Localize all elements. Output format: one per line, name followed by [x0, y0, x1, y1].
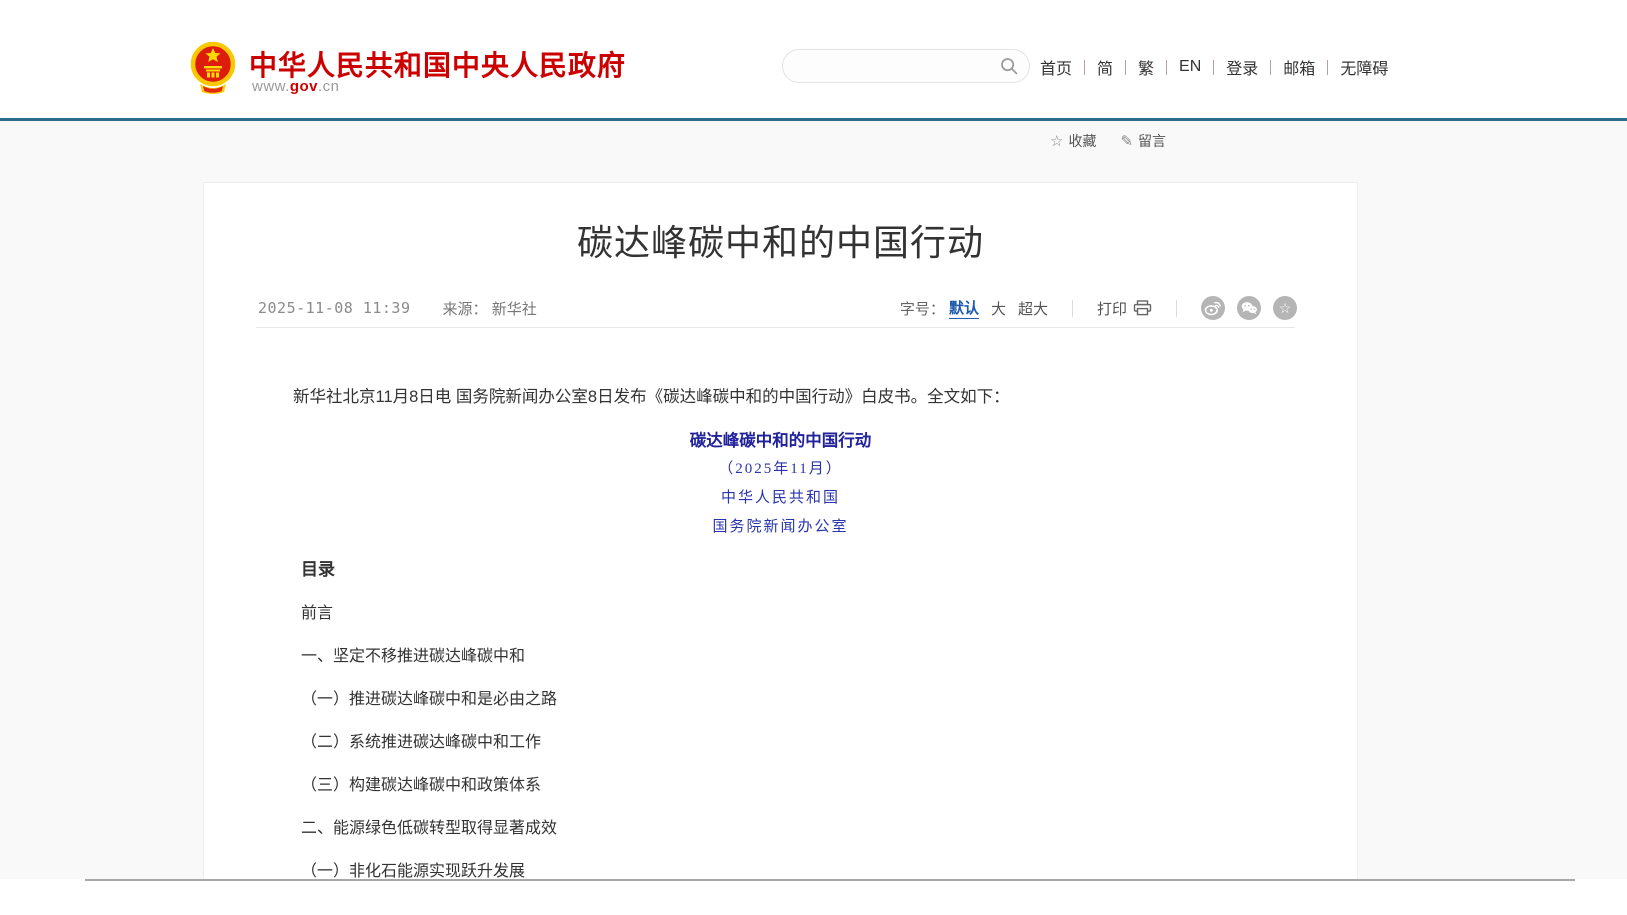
nav-login[interactable]: 登录	[1226, 55, 1258, 79]
nav-separator	[1327, 60, 1328, 75]
search-box	[782, 49, 1030, 83]
document-date: （2025年11月）	[204, 459, 1357, 479]
toc-item: （一）推进碳达峰碳中和是必由之路	[301, 689, 1303, 711]
article-tools: ☆ 收藏 ✎ 留言	[1050, 131, 1166, 151]
meta-divider	[256, 327, 1295, 328]
site-url: www.gov.cn	[252, 78, 340, 95]
share-icons: ☆	[1201, 296, 1297, 320]
site-header: 中华人民共和国中央人民政府 www.gov.cn 首页 简 繁 EN 登录 邮箱…	[0, 0, 1627, 118]
source-label: 来源：	[443, 301, 488, 318]
print-button[interactable]: 打印	[1097, 298, 1152, 319]
document-title: 碳达峰碳中和的中国行动	[204, 430, 1357, 452]
favorite-button[interactable]: ☆ 收藏	[1050, 131, 1096, 151]
page: 中华人民共和国中央人民政府 www.gov.cn 首页 简 繁 EN 登录 邮箱…	[0, 0, 1627, 915]
nav-separator	[1213, 60, 1214, 75]
meta-right: 字号： 默认 大 超大 打印	[900, 296, 1297, 320]
font-size-default-button[interactable]: 默认	[949, 297, 979, 319]
nav-separator	[1166, 60, 1167, 75]
document-org-line1: 中华人民共和国	[204, 488, 1357, 508]
toc-item: 一、坚定不移推进碳达峰碳中和	[301, 646, 1303, 668]
source: 来源： 新华社	[443, 298, 537, 319]
viewport-bottom-edge	[85, 879, 1575, 881]
site-url-cn: .cn	[318, 78, 340, 95]
share-weibo-button[interactable]	[1201, 296, 1225, 320]
header-divider	[0, 118, 1627, 121]
nav-simplified[interactable]: 简	[1097, 55, 1113, 79]
toc-item: 前言	[301, 603, 1303, 625]
lead-paragraph: 新华社北京11月8日电 国务院新闻办公室8日发布《碳达峰碳中和的中国行动》白皮书…	[260, 384, 1303, 410]
message-label: 留言	[1138, 131, 1166, 151]
nav-mail[interactable]: 邮箱	[1283, 55, 1315, 79]
top-nav: 首页 简 繁 EN 登录 邮箱 无障碍	[1040, 55, 1388, 79]
font-size-label: 字号：	[900, 298, 945, 319]
favorite-label: 收藏	[1068, 131, 1096, 151]
article-card: 碳达峰碳中和的中国行动 2025-11-08 11:39 来源： 新华社 字号：…	[203, 182, 1358, 880]
font-size-xlarge-button[interactable]: 超大	[1018, 298, 1048, 319]
meta-separator	[1176, 300, 1177, 317]
toc-item: （三）构建碳达峰碳中和政策体系	[301, 775, 1303, 797]
nav-separator	[1084, 60, 1085, 75]
pencil-icon: ✎	[1120, 132, 1133, 150]
toc-item: （二）系统推进碳达峰碳中和工作	[301, 732, 1303, 754]
search-icon[interactable]	[999, 56, 1019, 76]
share-more-button[interactable]: ☆	[1273, 296, 1297, 320]
message-button[interactable]: ✎ 留言	[1120, 131, 1166, 151]
site-url-www: www.	[252, 78, 290, 95]
share-more-star-icon: ☆	[1279, 301, 1292, 315]
nav-english[interactable]: EN	[1179, 58, 1201, 76]
publish-date: 2025-11-08 11:39	[258, 299, 411, 317]
meta-left: 2025-11-08 11:39 来源： 新华社	[258, 298, 537, 319]
share-wechat-button[interactable]	[1237, 296, 1261, 320]
document-org-line2: 国务院新闻办公室	[204, 517, 1357, 537]
article-meta: 2025-11-08 11:39 来源： 新华社 字号： 默认 大 超大 打印	[258, 294, 1297, 322]
nav-accessibility[interactable]: 无障碍	[1340, 55, 1388, 79]
nav-home[interactable]: 首页	[1040, 55, 1072, 79]
national-emblem-icon	[190, 40, 236, 94]
printer-icon	[1133, 300, 1152, 316]
source-value[interactable]: 新华社	[492, 301, 537, 318]
table-of-contents: 前言 一、坚定不移推进碳达峰碳中和 （一）推进碳达峰碳中和是必由之路 （二）系统…	[301, 603, 1303, 880]
meta-separator	[1072, 300, 1073, 317]
weibo-icon	[1201, 296, 1225, 320]
star-outline-icon: ☆	[1050, 132, 1063, 150]
toc-item: （一）非化石能源实现跃升发展	[301, 861, 1303, 880]
nav-traditional[interactable]: 繁	[1138, 55, 1154, 79]
nav-separator	[1125, 60, 1126, 75]
site-url-gov: gov	[290, 78, 318, 95]
font-size-large-button[interactable]: 大	[991, 298, 1006, 319]
toc-heading: 目录	[301, 559, 335, 581]
toc-item: 二、能源绿色低碳转型取得显著成效	[301, 818, 1303, 840]
search-input[interactable]	[799, 58, 999, 74]
nav-separator	[1270, 60, 1271, 75]
article-title: 碳达峰碳中和的中国行动	[204, 219, 1357, 267]
print-label: 打印	[1097, 298, 1127, 319]
wechat-icon	[1237, 296, 1261, 320]
